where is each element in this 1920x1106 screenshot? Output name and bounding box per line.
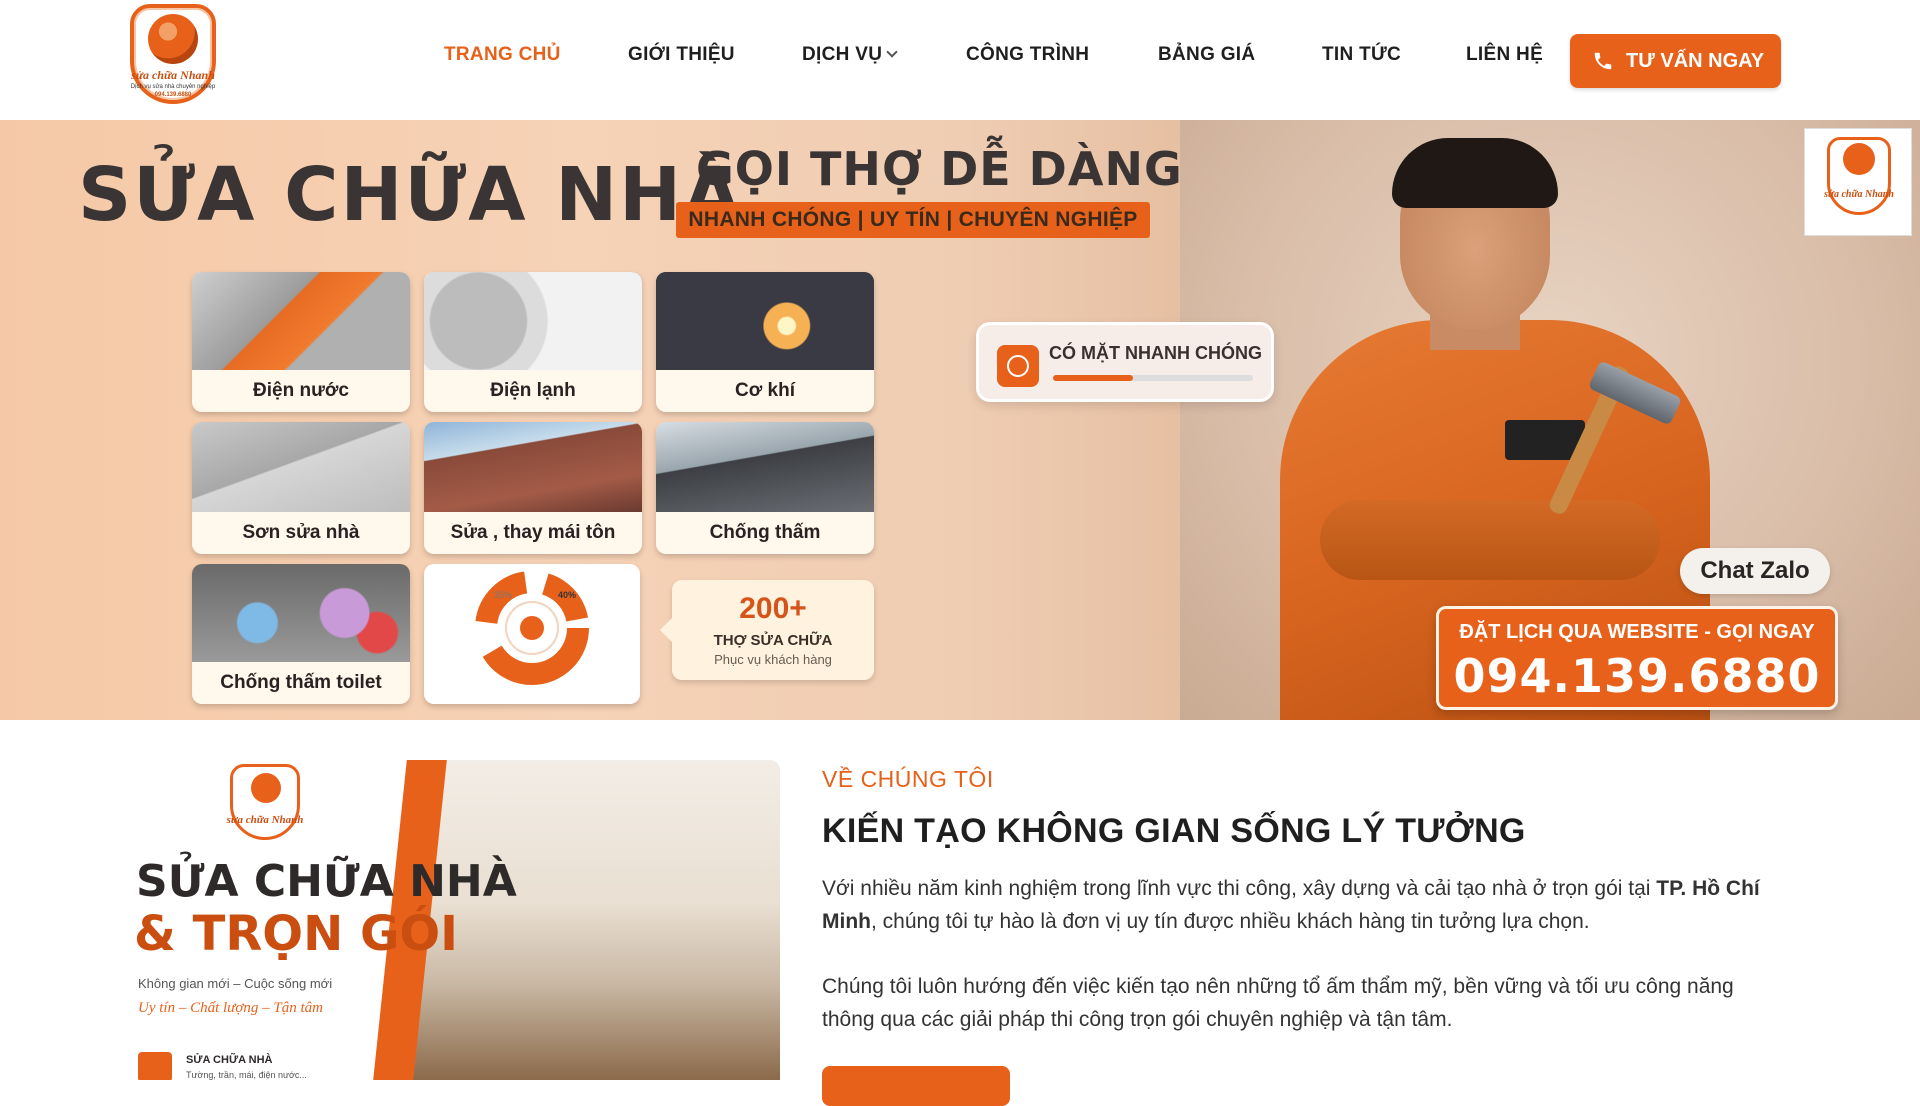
promo-headline-2: & TRỌN GÓI: [134, 906, 459, 962]
nav-item-gioi-thieu[interactable]: GIỚI THIỆU: [628, 44, 735, 66]
mini-logo-mascot-icon: [1843, 143, 1875, 175]
stat-title: THỢ SỬA CHỮA: [713, 632, 833, 649]
service-tile-dien-nuoc[interactable]: Điện nước: [192, 272, 410, 412]
booking-phone: 094.139.6880: [1453, 649, 1821, 703]
pie-logo-icon: [520, 616, 544, 640]
site-logo[interactable]: sửa chữa Nhanh Dịch vụ sửa nhà chuyên ng…: [118, 4, 228, 116]
hero-subtitle: GỌI THỢ DỄ DÀNG: [696, 142, 1183, 196]
fast-arrival-card: CÓ MẶT NHANH CHÓNG: [976, 322, 1274, 402]
promo-row-title: SỬA CHỮA NHÀ: [186, 1054, 273, 1066]
about-section-title: KIẾN TẠO KHÔNG GIAN SỐNG LÝ TƯỞNG: [822, 812, 1526, 850]
nav-item-bang-gia[interactable]: BẢNG GIÁ: [1158, 44, 1255, 66]
stat-number: 200+: [739, 592, 807, 625]
service-image: [192, 564, 410, 662]
about-section-label: VỀ CHÚNG TÔI: [822, 766, 994, 792]
worker-hair: [1392, 138, 1558, 208]
chat-zalo-button[interactable]: Chat Zalo: [1680, 548, 1830, 594]
service-tile-son-sua-nha[interactable]: Sơn sửa nhà: [192, 422, 410, 554]
mini-logo-text: sửa chữa Nhanh: [1824, 189, 1894, 200]
site-header: sửa chữa Nhanh Dịch vụ sửa nhà chuyên ng…: [0, 0, 1920, 120]
service-image: [656, 272, 874, 370]
nav-item-lien-he[interactable]: LIÊN HỆ: [1466, 44, 1543, 66]
logo-mascot-icon: [148, 14, 198, 64]
service-image: [656, 422, 874, 512]
logo-brand-text: sửa chữa Nhanh: [131, 68, 215, 82]
service-tile-mai-ton[interactable]: Sửa , thay mái tôn: [424, 422, 642, 554]
technician-stat-card: 200+ THỢ SỬA CHỮA Phục vụ khách hàng: [660, 580, 874, 680]
fast-arrival-progress-fill: [1053, 375, 1133, 381]
consult-now-button[interactable]: TƯ VẤN NGAY: [1570, 34, 1781, 88]
promo-slogan: Không gian mới – Cuộc sống mới: [138, 976, 333, 991]
about-logo-text: sửa chữa Nhanh: [226, 814, 304, 826]
hero-watermark-logo: sửa chữa Nhanh: [1804, 128, 1912, 236]
service-image: [424, 272, 642, 370]
service-tile-co-khi[interactable]: Cơ khí: [656, 272, 874, 412]
nav-item-trang-chu[interactable]: TRANG CHỦ: [444, 44, 561, 66]
about-read-more-button[interactable]: [822, 1066, 1010, 1106]
service-tile-chong-tham-toilet[interactable]: Chống thấm toilet: [192, 564, 410, 704]
about-p1-text-end: , chúng tôi tự hào là đơn vị uy tín được…: [870, 910, 1590, 933]
consult-now-label: TƯ VẤN NGAY: [1626, 49, 1765, 72]
service-label: Sửa , thay mái tôn: [450, 522, 616, 543]
service-tile-dien-lanh[interactable]: Điện lạnh: [424, 272, 642, 412]
nav-item-tin-tuc[interactable]: TIN TỨC: [1322, 44, 1401, 66]
service-label: Điện lạnh: [490, 380, 576, 401]
worker-arms: [1320, 500, 1660, 580]
logo-phone-text: 094.139.6880: [154, 92, 192, 98]
service-image: [192, 272, 410, 370]
about-paragraph-2: Chúng tôi luôn hướng đến việc kiến tạo n…: [822, 975, 1734, 1031]
nav-item-cong-trinh[interactable]: CÔNG TRÌNH: [966, 44, 1089, 66]
service-label: Cơ khí: [735, 380, 795, 401]
about-promo-image: sửa chữa Nhanh SỬA CHỮA NHÀ & TRỌN GÓI K…: [110, 760, 780, 1080]
service-image: [424, 422, 642, 512]
promo-row-subtitle: Tường, trần, mái, điện nước...: [186, 1070, 307, 1080]
pie-label-1: 35%: [494, 590, 512, 600]
about-paragraph-1: Với nhiều năm kinh nghiệm trong lĩnh vực…: [822, 872, 1782, 938]
nav-item-dich-vu[interactable]: DỊCH VỤ: [802, 44, 898, 66]
about-p1-text: Với nhiều năm kinh nghiệm trong lĩnh vực…: [822, 877, 1657, 900]
service-tile-chong-tham[interactable]: Chống thấm: [656, 422, 874, 554]
stat-subtitle: Phục vụ khách hàng: [714, 652, 832, 667]
fast-arrival-label: CÓ MẶT NHANH CHÓNG: [1049, 343, 1262, 363]
hero-banner: SỬA CHỮA NHÀ GỌI THỢ DỄ DÀNG NHANH CHÓNG…: [0, 120, 1920, 720]
clock-icon: [997, 345, 1039, 387]
nav-item-dich-vu-label: DỊCH VỤ: [802, 44, 883, 65]
logo-slogan-text: Dịch vụ sửa nhà chuyên nghiệp: [130, 84, 216, 90]
home-icon: [138, 1052, 172, 1080]
service-label: Chống thấm toilet: [220, 672, 382, 693]
booking-hotline-button[interactable]: ĐẶT LỊCH QUA WEBSITE - GỌI NGAY 094.139.…: [1436, 606, 1838, 710]
booking-label: ĐẶT LỊCH QUA WEBSITE - GỌI NGAY: [1459, 621, 1815, 643]
fast-arrival-progress: [1053, 375, 1253, 381]
living-room-photo: [410, 760, 780, 1080]
hero-tagline: NHANH CHÓNG | UY TÍN | CHUYÊN NGHIỆP: [676, 202, 1150, 238]
phone-icon: [1594, 52, 1612, 70]
about-logo-mascot-icon: [251, 773, 281, 803]
about-logo-badge: [230, 764, 300, 840]
service-label: Sơn sửa nhà: [242, 522, 360, 543]
service-label: Điện nước: [253, 380, 349, 401]
promo-script: Uy tín – Chất lượng – Tận tâm: [138, 1000, 323, 1016]
service-label: Chống thấm: [709, 522, 821, 543]
pie-chart-tile: 35% 40%: [424, 564, 640, 704]
pie-label-2: 40%: [558, 590, 576, 600]
service-image: [192, 422, 410, 512]
promo-headline-1: SỬA CHỮA NHÀ: [136, 856, 517, 907]
pie-chart: 35% 40%: [475, 571, 589, 685]
hero-title: SỬA CHỮA NHÀ: [78, 152, 743, 238]
chevron-down-icon: [886, 46, 898, 58]
